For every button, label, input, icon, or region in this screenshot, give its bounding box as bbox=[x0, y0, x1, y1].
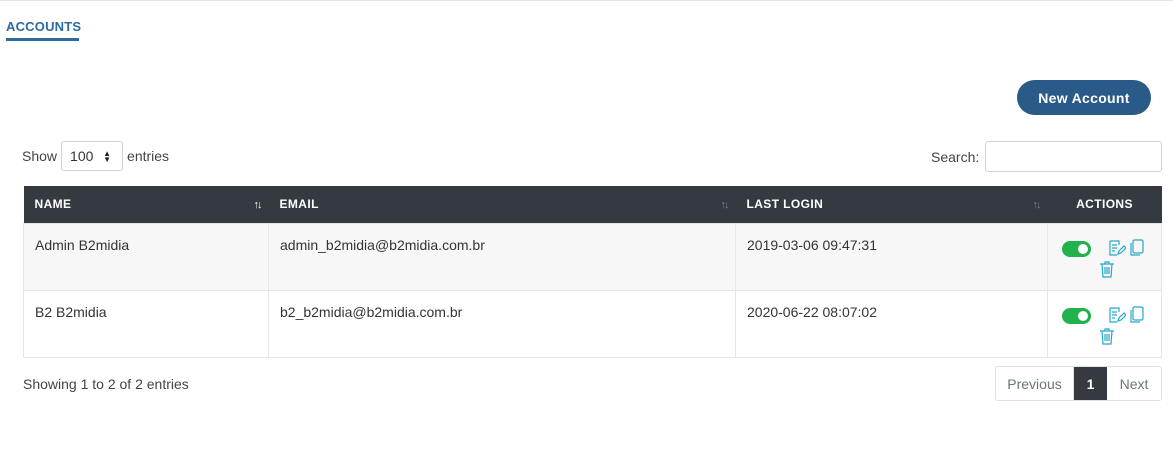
sort-icon: ↑↓ bbox=[720, 199, 730, 211]
column-header-actions: ACTIONS bbox=[1047, 186, 1162, 223]
top-divider bbox=[0, 0, 1173, 1]
trash-icon[interactable] bbox=[1099, 327, 1115, 348]
entries-label: entries bbox=[127, 148, 170, 164]
trash-icon[interactable] bbox=[1099, 260, 1115, 281]
search-input[interactable] bbox=[985, 141, 1163, 172]
cell-email: b2_b2midia@b2midia.com.br bbox=[268, 289, 736, 358]
cell-name: Admin B2midia bbox=[23, 222, 269, 291]
cell-actions bbox=[1047, 222, 1162, 291]
table-header-row: NAME ↑↓ EMAIL ↑↓ LAST LOGIN ↑↓ ACTIONS bbox=[23, 186, 1162, 223]
next-page-button[interactable]: Next bbox=[1107, 367, 1161, 400]
sort-icon: ↑↓ bbox=[1032, 199, 1042, 211]
select-arrows-icon: ▲ ▼ bbox=[103, 149, 112, 164]
cell-name: B2 B2midia bbox=[23, 289, 269, 358]
search-label: Search: bbox=[931, 148, 980, 165]
table-row: Admin B2midia admin_b2midia@b2midia.com.… bbox=[23, 222, 1162, 291]
column-header-email[interactable]: EMAIL ↑↓ bbox=[268, 186, 736, 223]
copy-icon[interactable] bbox=[1129, 238, 1145, 260]
page-length-select[interactable]: 100 ▲ ▼ bbox=[61, 141, 124, 171]
accounts-table: NAME ↑↓ EMAIL ↑↓ LAST LOGIN ↑↓ ACTIONS Admi… bbox=[23, 186, 1162, 358]
tab-active-indicator bbox=[6, 38, 79, 41]
tab-accounts[interactable]: ACCOUNTS bbox=[6, 19, 81, 34]
cell-last-login: 2019-03-06 09:47:31 bbox=[735, 222, 1048, 291]
toggle-knob bbox=[1078, 243, 1088, 254]
new-account-button[interactable]: New Account bbox=[1017, 80, 1151, 115]
sort-icon: ↑↓ bbox=[253, 199, 263, 211]
search-control: Search: bbox=[931, 141, 1163, 172]
active-toggle[interactable] bbox=[1062, 307, 1091, 324]
toggle-knob bbox=[1078, 310, 1088, 321]
cell-actions bbox=[1047, 289, 1162, 358]
table-row: B2 B2midia b2_b2midia@b2midia.com.br 202… bbox=[23, 289, 1162, 358]
copy-icon[interactable] bbox=[1129, 305, 1145, 327]
current-page-button[interactable]: 1 bbox=[1074, 367, 1107, 400]
show-label: Show bbox=[22, 148, 58, 164]
cell-last-login: 2020-06-22 08:07:02 bbox=[735, 289, 1048, 358]
edit-icon[interactable] bbox=[1108, 239, 1127, 260]
page-length-control: Show 100 ▲ ▼ entries bbox=[22, 141, 169, 171]
page-length-value: 100 bbox=[70, 148, 94, 164]
active-toggle[interactable] bbox=[1062, 240, 1091, 257]
column-header-name[interactable]: NAME ↑↓ bbox=[23, 186, 269, 223]
previous-page-button[interactable]: Previous bbox=[996, 367, 1074, 400]
edit-icon[interactable] bbox=[1108, 306, 1127, 327]
cell-email: admin_b2midia@b2midia.com.br bbox=[268, 222, 736, 291]
table-info: Showing 1 to 2 of 2 entries bbox=[23, 376, 189, 392]
pagination: Previous 1 Next bbox=[995, 366, 1162, 401]
column-header-last-login[interactable]: LAST LOGIN ↑↓ bbox=[735, 186, 1048, 223]
